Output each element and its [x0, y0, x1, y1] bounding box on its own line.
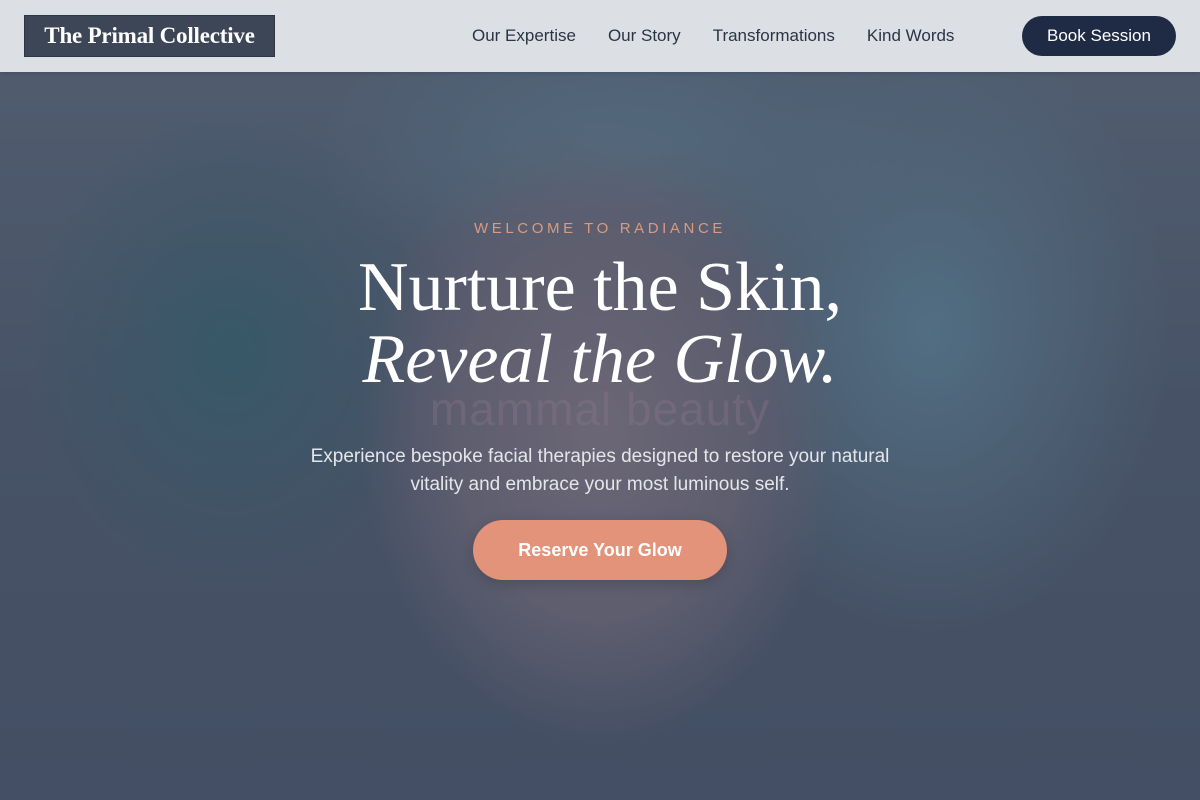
reserve-your-glow-button[interactable]: Reserve Your Glow: [473, 520, 727, 580]
site-header: The Primal Collective Our Expertise Our …: [0, 0, 1200, 72]
nav-link-transformations[interactable]: Transformations: [697, 26, 851, 46]
book-session-button[interactable]: Book Session: [1022, 16, 1176, 56]
hero-eyebrow: WELCOME TO RADIANCE: [473, 220, 727, 237]
hero-subtext: Experience bespoke facial therapies desi…: [310, 446, 890, 495]
nav-link-our-story[interactable]: Our Story: [592, 26, 697, 46]
nav-link-kind-words[interactable]: Kind Words: [851, 26, 971, 46]
site-logo[interactable]: The Primal Collective: [24, 15, 275, 57]
hero-headline-line2: Reveal the Glow.: [362, 321, 838, 398]
main-nav: Our Expertise Our Story Transformations …: [456, 0, 970, 72]
landing-page: mammal beauty The Primal Collective Our …: [0, 0, 1200, 800]
hero-headline-line1: Nurture the Skin,: [357, 249, 843, 326]
nav-link-our-expertise[interactable]: Our Expertise: [456, 26, 592, 46]
hero-headline: Nurture the Skin, Reveal the Glow.: [0, 252, 1200, 396]
